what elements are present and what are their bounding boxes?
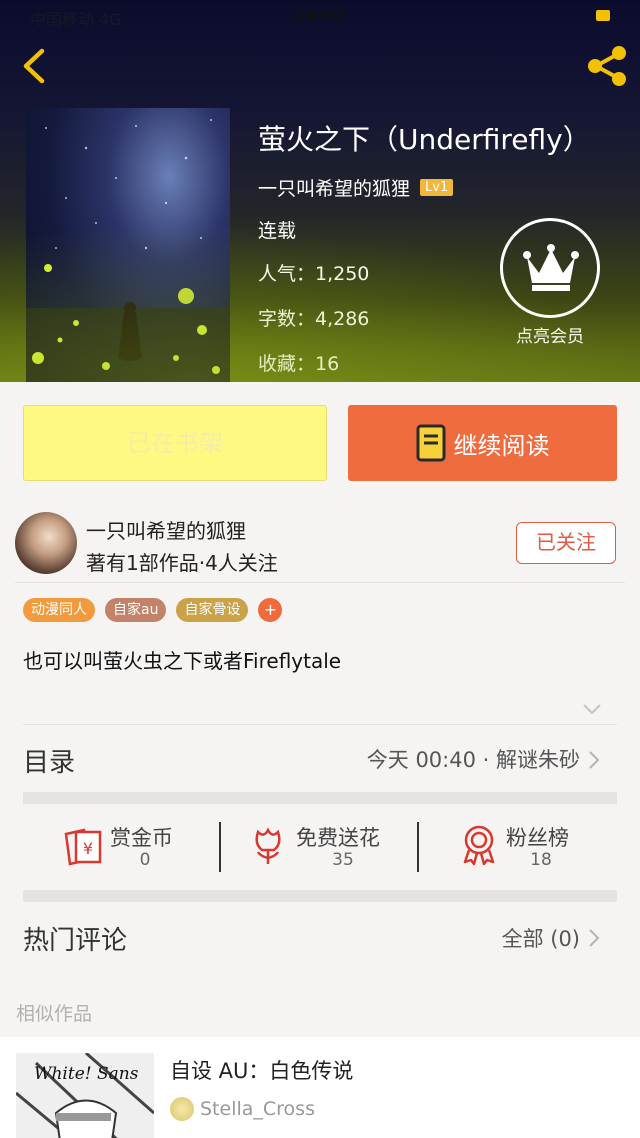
similar-work-author[interactable]: Stella_Cross: [200, 1098, 315, 1120]
stat-separator: [417, 822, 419, 872]
section-divider: [23, 792, 617, 804]
similar-work-card[interactable]: White! Sans 自设 AU：白色传说 Stella_Cross: [0, 1037, 640, 1138]
share-icon[interactable]: [582, 42, 630, 90]
book-icon: [416, 424, 445, 462]
catalog-label[interactable]: 目录: [23, 742, 75, 779]
catalog-latest-chapter[interactable]: 今天 00:40 · 解谜朱砂: [367, 744, 580, 774]
chevron-down-icon[interactable]: [582, 702, 602, 716]
battery-icon: [596, 10, 610, 21]
coin-reward-value: 0: [139, 850, 151, 870]
continue-reading-button[interactable]: 继续阅读: [348, 405, 617, 481]
author-works-followers: 著有1部作品·4人关注: [86, 551, 278, 575]
crown-icon: [523, 244, 579, 291]
status-bar: 中国移动 4G 20:07: [0, 0, 640, 36]
medal-icon[interactable]: [460, 824, 498, 866]
stat-separator: [219, 822, 221, 872]
continue-reading-label: 继续阅读: [453, 431, 550, 460]
flower-icon[interactable]: [250, 826, 286, 866]
back-arrow-icon[interactable]: [14, 44, 58, 88]
similar-works-label: 相似作品: [16, 1003, 93, 1025]
book-author-row[interactable]: 一只叫希望的狐狸 Lv1: [258, 174, 454, 201]
level-badge: Lv1: [420, 179, 454, 196]
tag[interactable]: 自家au: [105, 598, 167, 622]
similar-work-thumbnail[interactable]: White! Sans: [16, 1053, 154, 1138]
section-divider: [23, 890, 617, 902]
book-popularity: 人气：1,250: [258, 263, 370, 285]
membership-button[interactable]: [500, 218, 600, 318]
similar-work-author-row[interactable]: Stella_Cross: [170, 1097, 315, 1121]
divider: [15, 582, 625, 583]
follow-button[interactable]: 已关注: [516, 522, 616, 564]
author-avatar[interactable]: [15, 512, 77, 574]
book-author-name[interactable]: 一只叫希望的狐狸: [258, 174, 410, 201]
hot-comments-label: 热门评论: [23, 926, 128, 956]
red-envelope-icon[interactable]: ¥: [62, 826, 104, 866]
in-bookshelf-button[interactable]: 已在书架: [23, 405, 327, 481]
tag-list: 动漫同人 自家au 自家骨设 +: [23, 598, 283, 622]
all-comments-link[interactable]: 全部 (0): [502, 923, 580, 953]
chevron-right-icon[interactable]: [587, 927, 601, 949]
more-tags-button[interactable]: +: [258, 598, 283, 622]
divider: [23, 724, 617, 725]
book-title: 萤火之下（Underfirefly）: [258, 123, 591, 156]
book-status: 连载: [258, 220, 297, 242]
tag[interactable]: 自家骨设: [176, 598, 249, 622]
book-header: 中国移动 4G 20:07 萤火之下（Underfirefly） 一只叫希望的狐…: [0, 0, 640, 382]
chevron-right-icon[interactable]: [587, 749, 601, 771]
fan-ranking-value: 18: [530, 850, 552, 870]
free-flowers-value: 35: [332, 850, 354, 870]
author-name[interactable]: 一只叫希望的狐狸: [86, 515, 246, 544]
book-favorites: 收藏：16: [258, 353, 340, 375]
svg-text:¥: ¥: [83, 839, 93, 858]
similar-work-title[interactable]: 自设 AU：白色传说: [170, 1055, 353, 1085]
coin-reward-label[interactable]: 赏金币: [110, 822, 173, 852]
thumb-caption: White! Sans: [34, 1064, 139, 1084]
book-cover[interactable]: [26, 108, 230, 382]
status-time: 20:07: [292, 6, 348, 26]
free-flowers-label[interactable]: 免费送花: [296, 822, 380, 852]
book-description: 也可以叫萤火虫之下或者Fireflytale: [23, 649, 342, 673]
book-word-count: 字数：4,286: [258, 308, 370, 330]
fan-ranking-label[interactable]: 粉丝榜: [506, 822, 569, 852]
tag[interactable]: 动漫同人: [23, 598, 95, 622]
membership-label[interactable]: 点亮会员: [500, 322, 600, 347]
author-avatar: [170, 1097, 194, 1121]
